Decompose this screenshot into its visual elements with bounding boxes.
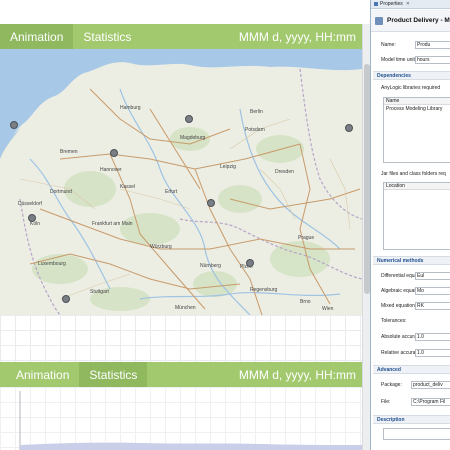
city-label: Frankfurt am Main [92, 221, 133, 227]
mixed-equations-label: Mixed equations: [381, 303, 419, 309]
location-marker[interactable] [10, 121, 18, 129]
description-field[interactable] [383, 428, 450, 440]
model-date-display-bottom: MMM d, yyyy, HH:mm [238, 367, 356, 382]
properties-icon [374, 2, 378, 6]
tolerances-label: Tolerances: [381, 318, 407, 324]
absolute-accuracy-field[interactable]: 1.0 [415, 333, 450, 341]
city-label: Dresden [275, 169, 294, 175]
library-row[interactable]: Process Modeling Library [384, 106, 450, 113]
city-label: Brno [300, 299, 311, 305]
location-marker[interactable] [28, 214, 36, 222]
location-marker[interactable] [345, 124, 353, 132]
city-label: Luxembourg [38, 261, 66, 267]
properties-title: Product Delivery - M [387, 17, 450, 24]
libraries-column-header: Name [384, 98, 450, 105]
model-time-units-label: Model time units: [381, 57, 419, 63]
file-label: File: [381, 399, 391, 405]
city-label: Würzburg [150, 244, 172, 250]
experiment-toolbar-bottom: Animation Statistics MMM d, yyyy, HH:mm [0, 362, 362, 387]
city-label: Erfurt [165, 189, 178, 195]
tab-statistics-top[interactable]: Statistics [73, 24, 141, 49]
tab-statistics-bottom[interactable]: Statistics [79, 362, 148, 387]
city-label: Hamburg [120, 105, 141, 111]
properties-tab-label: Properties [380, 1, 403, 7]
city-label: Stuttgart [90, 289, 109, 295]
map-view[interactable]: Bremen Hamburg Hannover Berlin Dresden L… [0, 49, 362, 315]
name-field[interactable]: Produ [415, 41, 450, 49]
package-field[interactable]: product_deliv [411, 381, 450, 389]
city-label: Prague [298, 235, 315, 241]
location-marker[interactable] [207, 199, 215, 207]
model-time-units-select[interactable]: hours [415, 56, 450, 64]
libraries-table[interactable]: Name Process Modeling Library [383, 97, 450, 163]
differential-equations-select[interactable]: Eul [415, 272, 450, 280]
algebraic-equations-select[interactable]: Mo [415, 287, 450, 295]
grid-canvas [0, 315, 362, 362]
jar-column-header: Location [384, 183, 450, 190]
location-marker[interactable] [62, 295, 70, 303]
mixed-equations-select[interactable]: RK [415, 302, 450, 310]
close-icon[interactable]: ✕ [406, 1, 410, 7]
city-label: Hannover [100, 167, 122, 173]
dependencies-section[interactable]: Dependencies [373, 71, 450, 80]
tab-animation-bottom[interactable]: Animation [6, 362, 79, 387]
model-date-display-top: MMM d, yyyy, HH:mm [238, 29, 356, 44]
experiment-canvas: Animation Statistics MMM d, yyyy, HH:mm [0, 0, 370, 450]
tab-animation-top[interactable]: Animation [0, 24, 74, 49]
canvas-top-strip [0, 0, 370, 25]
relative-accuracy-field[interactable]: 1.0 [415, 349, 450, 357]
city-label: Düsseldorf [18, 201, 42, 207]
anylogic-libraries-label: AnyLogic libraries required [381, 85, 441, 91]
properties-tab[interactable]: Properties ✕ [371, 0, 450, 9]
location-marker[interactable] [110, 149, 118, 157]
city-label: Magdeburg [180, 135, 206, 141]
name-label: Name: [381, 42, 396, 48]
map-graphic [0, 49, 362, 315]
location-marker[interactable] [246, 259, 254, 267]
properties-title-bar: Product Delivery - M [371, 10, 450, 32]
experiment-toolbar-top: Animation Statistics MMM d, yyyy, HH:mm [0, 24, 362, 49]
file-field[interactable]: C:\Program Fil [411, 398, 450, 406]
city-label: Wien [322, 306, 334, 312]
jar-files-table[interactable]: Location [383, 182, 450, 250]
model-icon [375, 16, 383, 25]
description-section[interactable]: Description [373, 415, 450, 424]
city-label: Kassel [120, 184, 136, 190]
properties-panel: Properties ✕ Product Delivery - M Name: … [370, 0, 450, 450]
city-label: Bremen [60, 149, 78, 155]
city-label: Leipzig [220, 164, 236, 170]
location-marker[interactable] [185, 115, 193, 123]
package-label: Package: [381, 382, 402, 388]
city-label: Regensburg [250, 287, 278, 293]
statistics-chart [19, 391, 362, 450]
city-label: Potsdam [245, 127, 265, 133]
city-label: Berlin [250, 109, 263, 115]
advanced-section[interactable]: Advanced [373, 365, 450, 374]
city-label: Nürnberg [200, 263, 221, 269]
canvas-vertical-scrollbar[interactable] [362, 24, 370, 450]
statistics-chart-area [0, 387, 362, 450]
city-label: Dortmund [50, 189, 72, 195]
jar-files-label: Jar files and class folders req [381, 171, 446, 177]
numerical-methods-section[interactable]: Numerical methods [373, 256, 450, 265]
city-label: München [175, 305, 196, 311]
